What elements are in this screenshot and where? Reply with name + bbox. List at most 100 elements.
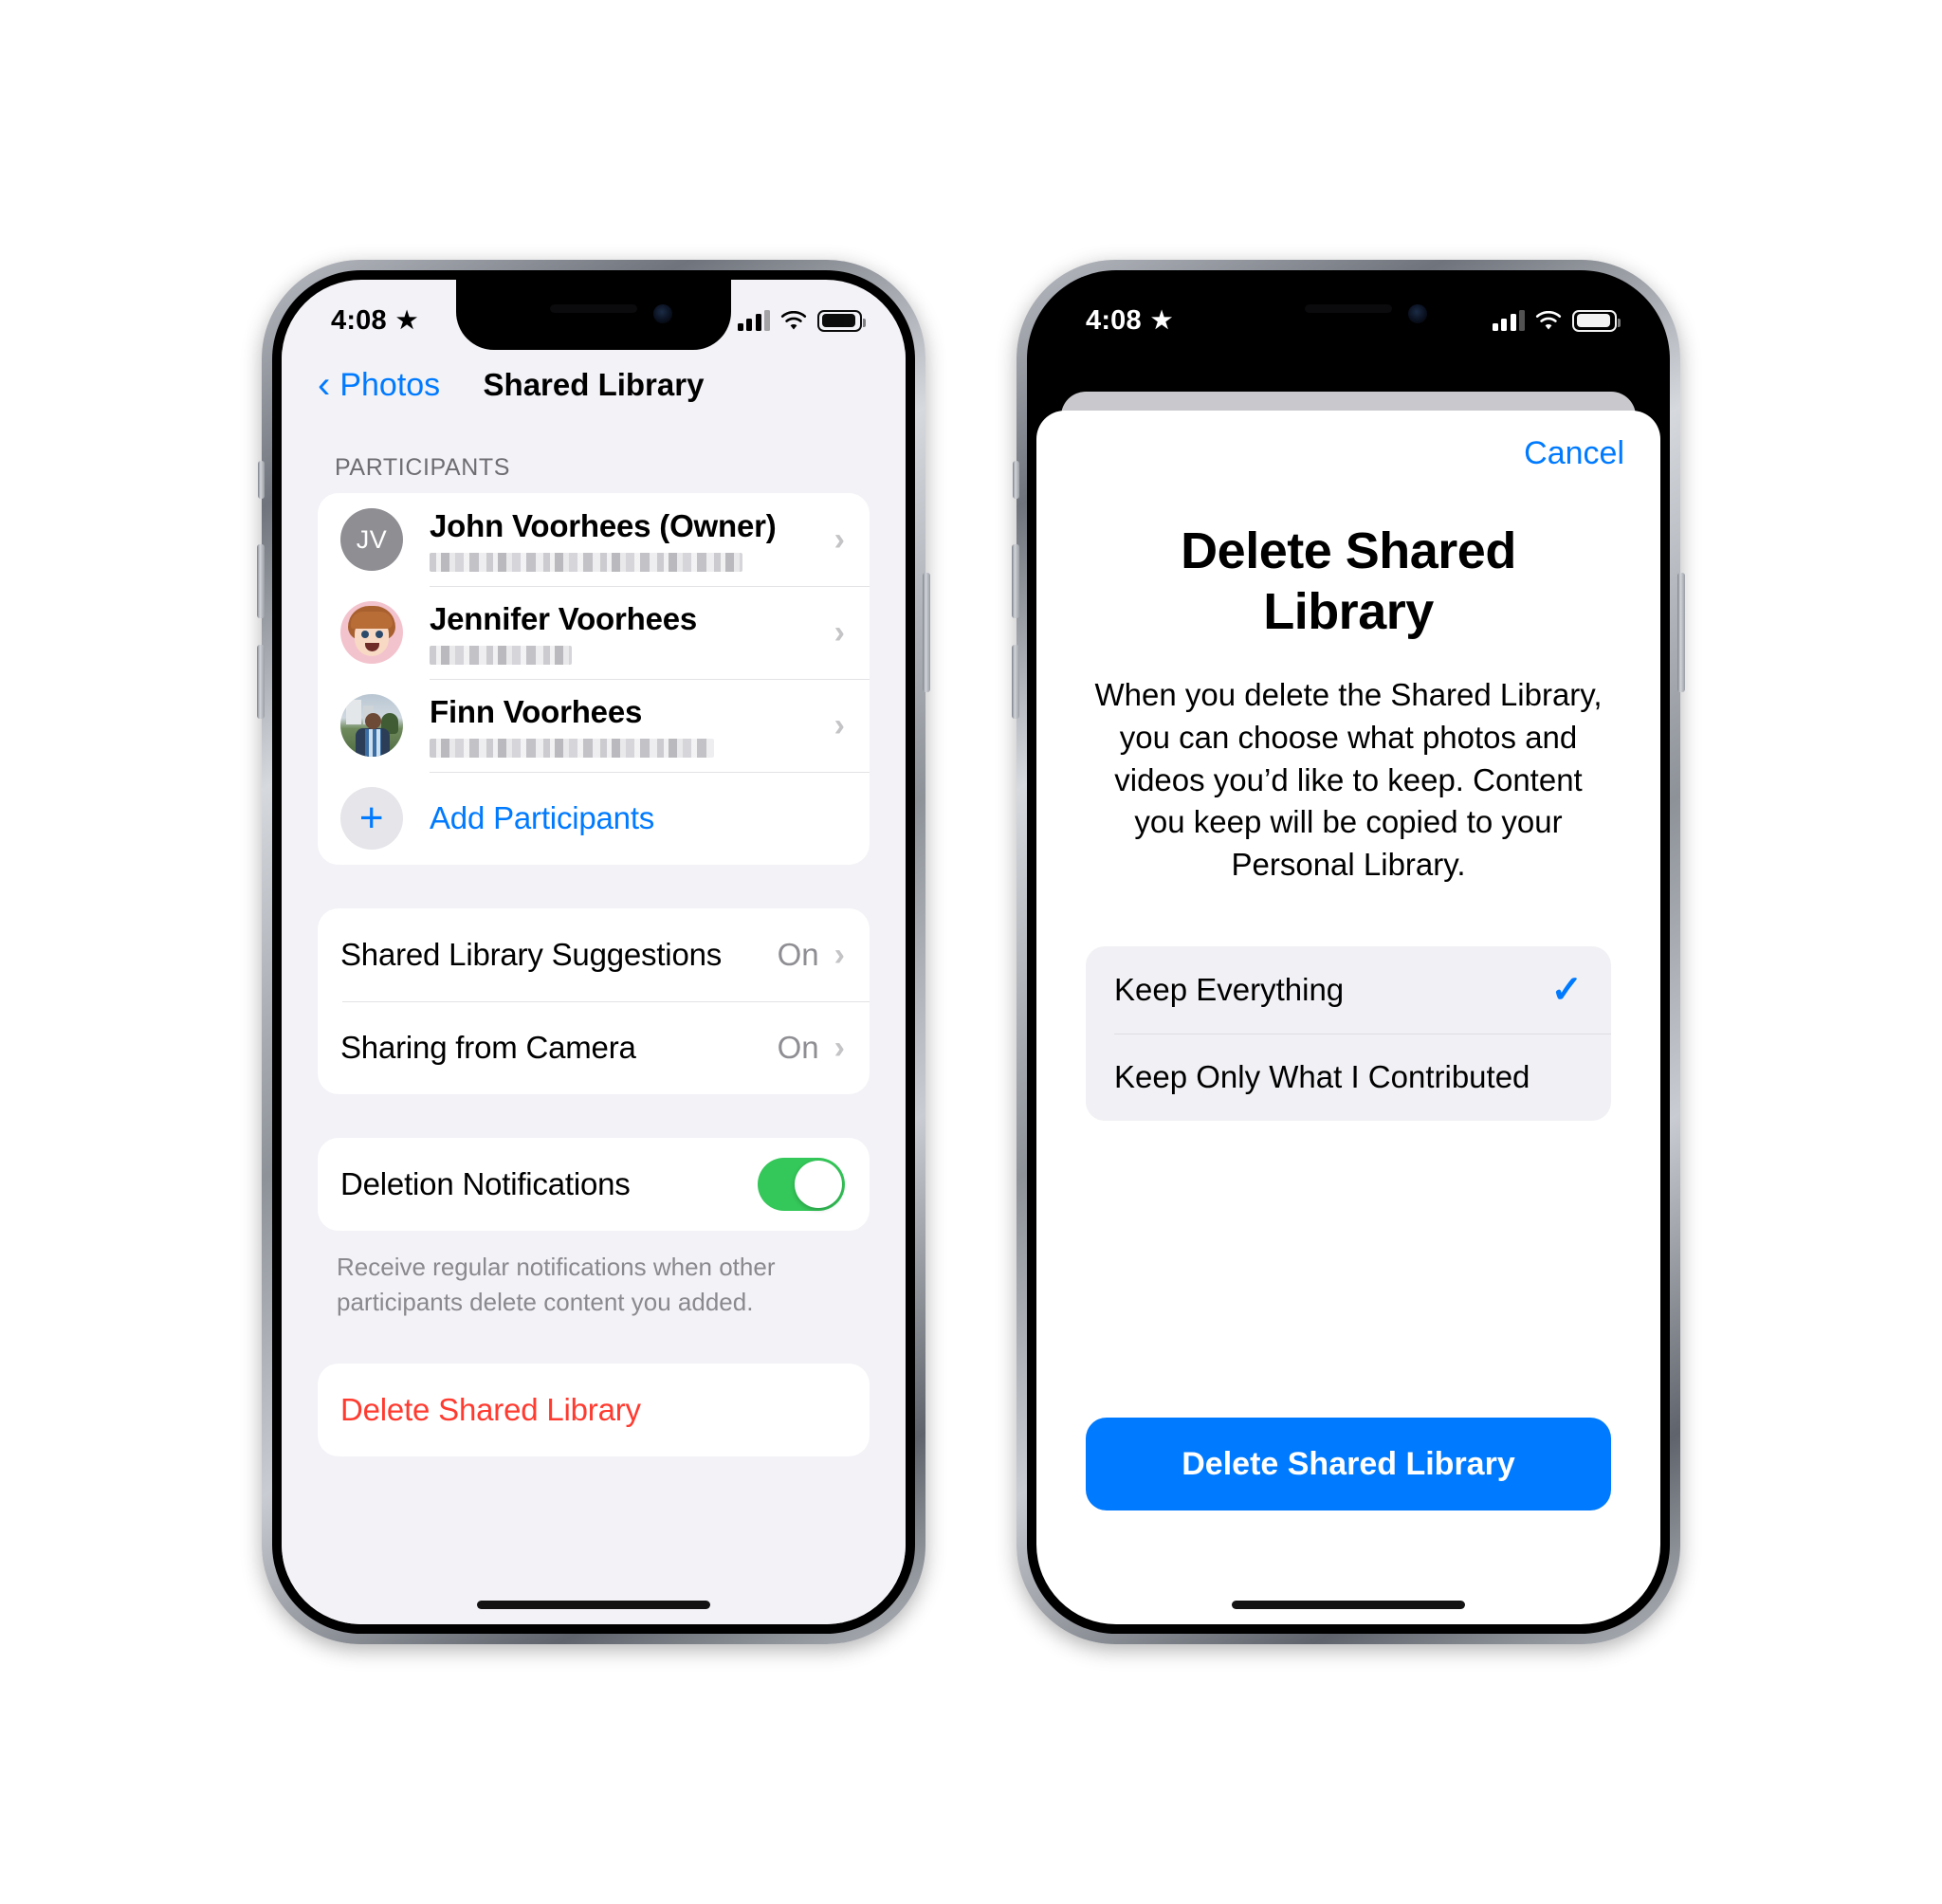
wifi-icon	[1535, 310, 1562, 331]
status-bar-right: 4:08 ★	[1036, 280, 1660, 350]
status-right-group	[1492, 309, 1621, 332]
option-label: Keep Only What I Contributed	[1114, 1059, 1530, 1095]
volume-down-button[interactable]	[1012, 645, 1019, 719]
participants-card: JV John Voorhees (Owner) › Jennifer Voor…	[318, 493, 870, 865]
plus-icon: +	[340, 787, 403, 850]
wifi-icon	[780, 310, 807, 331]
deletion-notifications-toggle[interactable]	[758, 1158, 845, 1211]
participant-row-owner[interactable]: JV John Voorhees (Owner) ›	[318, 493, 870, 586]
row-deletion-notifications: Deletion Notifications	[318, 1138, 870, 1231]
row-label: Sharing from Camera	[340, 1030, 636, 1065]
row-label-wrap: Shared Library Suggestions	[340, 937, 778, 973]
participants-section-header: PARTICIPANTS	[335, 454, 511, 481]
mute-switch[interactable]	[258, 461, 265, 499]
screen-left: 4:08 ★ ‹ Photos Shared Library PARTICIPA…	[282, 280, 906, 1624]
keep-options-group: Keep Everything ✓ Keep Only What I Contr…	[1086, 946, 1611, 1122]
iphone-device-right: 4:08 ★ Cancel Delete Shared Library When…	[1012, 260, 1685, 1644]
deletion-notifications-card: Deletion Notifications	[318, 1138, 870, 1231]
delete-shared-library-sheet: Cancel Delete Shared Library When you de…	[1036, 411, 1660, 1624]
add-participants-text: Add Participants	[430, 800, 845, 836]
status-time: 4:08	[1086, 304, 1142, 336]
screen-right: 4:08 ★ Cancel Delete Shared Library When…	[1036, 280, 1660, 1624]
participant-subtitle-redacted	[430, 645, 572, 665]
participant-subtitle-redacted	[430, 552, 742, 572]
status-left-group: 4:08 ★	[1086, 305, 1172, 337]
settings-content-left: PARTICIPANTS JV John Voorhees (Owner) ›	[282, 420, 906, 1624]
participant-name: John Voorhees (Owner)	[430, 507, 777, 543]
delete-shared-library-card: Delete Shared Library	[318, 1363, 870, 1456]
cellular-bars-icon	[1492, 310, 1525, 331]
participant-text-finn: Finn Voorhees	[430, 694, 834, 758]
deletion-notifications-footnote: Receive regular notifications when other…	[337, 1253, 776, 1316]
participant-subtitle-redacted	[430, 738, 714, 758]
avatar-initials-label: JV	[356, 524, 388, 554]
delete-shared-library-row[interactable]: Delete Shared Library	[318, 1364, 870, 1456]
sheet-description: When you delete the Shared Library, you …	[1094, 677, 1603, 882]
row-shared-library-suggestions[interactable]: Shared Library Suggestions On ›	[318, 908, 870, 1001]
device-bezel-right: 4:08 ★ Cancel Delete Shared Library When…	[1027, 270, 1670, 1634]
avatar-photo	[340, 694, 403, 757]
sharing-settings-card: Shared Library Suggestions On › Sharing …	[318, 908, 870, 1094]
add-participants-label: Add Participants	[430, 800, 655, 835]
checkmark-icon: ✓	[1550, 969, 1583, 1012]
row-value: On	[777, 1030, 819, 1065]
home-indicator[interactable]	[477, 1601, 710, 1609]
cellular-bars-icon	[737, 310, 770, 331]
status-time: 4:08	[331, 304, 387, 336]
row-label: Deletion Notifications	[340, 1166, 631, 1201]
participant-name: Finn Voorhees	[430, 693, 643, 729]
sheet-spacer	[1036, 1121, 1660, 1418]
iphone-device-left: 4:08 ★ ‹ Photos Shared Library PARTICIPA…	[257, 260, 930, 1644]
battery-icon	[817, 309, 866, 332]
participant-row-jennifer[interactable]: Jennifer Voorhees ›	[318, 586, 870, 679]
option-keep-only-contributed[interactable]: Keep Only What I Contributed	[1086, 1034, 1611, 1121]
back-button-label: Photos	[339, 366, 441, 403]
avatar-initials: JV	[340, 508, 403, 571]
chevron-right-icon: ›	[834, 937, 845, 973]
chevron-right-icon: ›	[834, 522, 845, 558]
participant-row-finn[interactable]: Finn Voorhees ›	[318, 679, 870, 772]
star-icon: ★	[395, 306, 418, 334]
option-keep-everything[interactable]: Keep Everything ✓	[1086, 946, 1611, 1034]
row-sharing-from-camera[interactable]: Sharing from Camera On ›	[318, 1001, 870, 1094]
status-left-group: 4:08 ★	[331, 305, 417, 337]
delete-shared-library-button[interactable]: Delete Shared Library	[1086, 1418, 1611, 1510]
screenshot-stage: 4:08 ★ ‹ Photos Shared Library PARTICIPA…	[0, 0, 1942, 1904]
avatar-memoji	[340, 601, 403, 664]
cancel-button[interactable]: Cancel	[1524, 435, 1624, 472]
power-button[interactable]	[1677, 573, 1685, 692]
navigation-bar-left: ‹ Photos Shared Library	[282, 350, 906, 420]
power-button[interactable]	[923, 573, 930, 692]
chevron-right-icon: ›	[834, 1030, 845, 1066]
row-label-wrap: Deletion Notifications	[340, 1166, 758, 1202]
delete-shared-library-label: Delete Shared Library	[340, 1391, 641, 1427]
row-value: On	[777, 937, 819, 972]
volume-up-button[interactable]	[257, 544, 265, 618]
toggle-knob	[795, 1161, 842, 1208]
row-label-wrap: Delete Shared Library	[340, 1392, 845, 1428]
participant-text-owner: John Voorhees (Owner)	[430, 508, 834, 572]
participant-name: Jennifer Voorhees	[430, 600, 698, 636]
participant-text-jennifer: Jennifer Voorhees	[430, 601, 834, 665]
star-icon: ★	[1150, 306, 1173, 334]
option-label: Keep Everything	[1114, 972, 1345, 1008]
row-label: Shared Library Suggestions	[340, 937, 723, 972]
volume-up-button[interactable]	[1012, 544, 1019, 618]
row-label-wrap: Sharing from Camera	[340, 1030, 778, 1066]
volume-down-button[interactable]	[257, 645, 265, 719]
status-bar-left: 4:08 ★	[282, 280, 906, 350]
back-button-photos[interactable]: ‹ Photos	[318, 364, 441, 406]
battery-icon	[1572, 309, 1621, 332]
add-participants-row[interactable]: + Add Participants	[318, 772, 870, 865]
sheet-title: Delete Shared Library	[1181, 522, 1516, 640]
chevron-right-icon: ›	[834, 707, 845, 743]
chevron-right-icon: ›	[834, 614, 845, 650]
mute-switch[interactable]	[1013, 461, 1019, 499]
home-indicator[interactable]	[1232, 1601, 1465, 1609]
status-right-group	[737, 309, 866, 332]
sheet-toolbar: Cancel	[1036, 411, 1660, 472]
chevron-left-icon: ‹	[318, 364, 331, 406]
